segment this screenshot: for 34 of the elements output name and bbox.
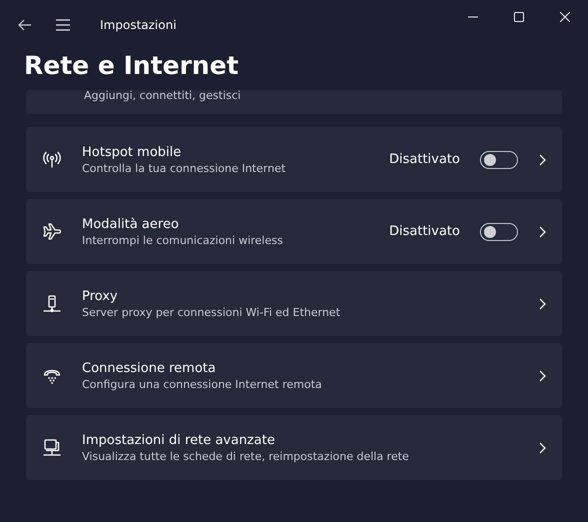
card-subtitle: Configura una connessione Internet remota xyxy=(82,378,323,390)
page-title: Rete e Internet xyxy=(24,50,240,82)
card-subtitle: Server proxy per connessioni Wi-Fi ed Ethernet xyxy=(82,306,342,318)
card-title: Modalità aereo xyxy=(82,216,180,232)
computer-network-icon xyxy=(42,438,62,458)
antenna-icon xyxy=(42,150,62,170)
toggle-switch[interactable] xyxy=(480,222,518,240)
card-title: Hotspot mobile xyxy=(82,144,182,160)
chevron-icon xyxy=(538,226,546,238)
card-title: Impostazioni di rete avanzate xyxy=(82,432,276,448)
airplane-icon xyxy=(42,222,62,242)
card-title: Proxy xyxy=(82,288,119,304)
chevron-icon xyxy=(538,154,546,166)
card-subtitle: Visualizza tutte le schede di rete, reimpostazione della rete xyxy=(82,450,410,462)
toggle-status: Disattivato xyxy=(389,224,460,239)
chevron-icon xyxy=(538,298,546,310)
card-subtitle: Controlla la tua connessione Internet xyxy=(82,162,287,174)
card-subtitle: Interrompi le comunicazioni wireless xyxy=(82,234,284,246)
window-title: Impostazioni xyxy=(100,18,178,32)
chevron-icon xyxy=(538,370,546,382)
close-icon xyxy=(560,12,570,22)
settings-card[interactable]: Connessione remota Configura una connessione Internet remota xyxy=(26,343,562,408)
settings-card[interactable]: Hotspot mobile Controlla la tua connessione Internet Disattivato xyxy=(26,127,562,192)
settings-card[interactable]: Proxy Server proxy per connessioni Wi-Fi ed Ethernet xyxy=(26,271,562,336)
settings-card[interactable]: Modalità aereo Interrompi le comunicazioni wireless Disattivato xyxy=(26,199,562,264)
toggle-switch[interactable] xyxy=(480,150,518,168)
chevron-icon xyxy=(538,442,546,454)
maximize-icon xyxy=(514,12,524,22)
card-subtitle: Aggiungi, connettiti, gestisci xyxy=(84,90,241,102)
card-title: Connessione remota xyxy=(82,360,217,376)
settings-card[interactable]: Impostazioni di rete avanzate Visualizza tutte le schede di rete, reimpostazione della rete xyxy=(26,415,562,480)
settings-card[interactable]: Aggiungi, connettiti, gestisci xyxy=(26,90,562,114)
toggle-status: Disattivato xyxy=(389,152,460,167)
server-icon xyxy=(42,294,62,314)
